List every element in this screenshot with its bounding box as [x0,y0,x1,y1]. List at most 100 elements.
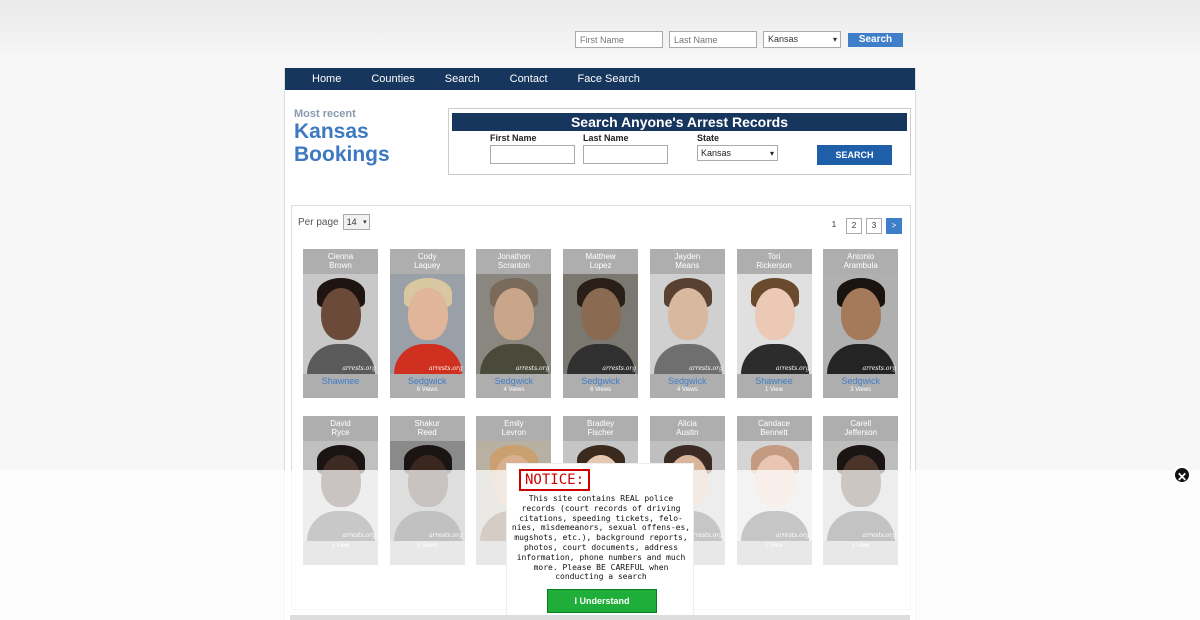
booking-card[interactable]: Jayden Means arrests.org Sedgwick 4 Views [649,249,725,398]
watermark: arrests.org [775,365,810,372]
mugshot-face [841,288,882,340]
first-name-field: First Name [490,133,575,164]
booking-first-name: Jonathon [497,252,531,261]
booking-name: Candace Bennett [737,416,812,441]
search-box-title: Search Anyone's Arrest Records [452,113,907,131]
page-2[interactable]: 2 [846,218,862,234]
mugshot-face [494,288,535,340]
nav-counties[interactable]: Counties [371,73,414,85]
watermark: arrests.org [862,365,897,372]
booking-name: Shakur Reed [390,416,465,441]
top-state-select[interactable]: Kansas ▾ [763,31,841,48]
recent-bookings: Bookings [294,143,390,166]
county-link[interactable]: Sedgwick [823,376,898,386]
notice-title: NOTICE: [519,469,591,491]
watermark: arrests.org [602,365,637,372]
next-page-button[interactable]: > [886,218,902,234]
county-link[interactable]: Shawnee [737,376,812,386]
mugshot-photo[interactable]: arrests.org [649,274,725,374]
booking-last-name: Fischer [587,428,614,437]
first-name-input[interactable] [490,145,575,164]
bottom-strip [290,615,910,620]
county-link[interactable]: Shawnee [303,376,378,386]
last-name-input[interactable] [583,145,668,164]
booking-last-name: Bennett [760,428,788,437]
arrest-search-box: Search Anyone's Arrest Records First Nam… [448,108,911,175]
county-link[interactable]: Sedgwick [650,376,725,386]
state-label: State [697,133,720,143]
nav-search[interactable]: Search [445,73,480,85]
top-first-name-input[interactable] [575,31,663,48]
booking-last-name: Austin [676,428,699,437]
mugshot-photo[interactable]: arrests.org [303,274,378,374]
top-search-button[interactable]: Search [848,32,903,47]
view-count: 4 Views [503,387,525,393]
booking-first-name: Jayden [674,252,701,261]
per-page-select[interactable]: 14 ▾ [342,214,370,230]
booking-name: Emily Levron [476,416,551,441]
mugshot-face [407,288,448,340]
booking-last-name: Jefferson [844,428,878,437]
county-link[interactable]: Sedgwick [476,376,551,386]
main-nav: Home Counties Search Contact Face Search [285,68,915,90]
mugshot-photo[interactable]: arrests.org [736,274,812,374]
mugshot-photo[interactable]: arrests.org [563,274,639,374]
booking-first-name: Bradley [587,419,615,428]
nav-home[interactable]: Home [312,73,341,85]
i-understand-button[interactable]: I Understand [547,589,657,613]
booking-last-name: Reed [417,428,437,437]
view-count: 4 Views [676,387,698,393]
booking-first-name: Cienna [327,252,354,261]
mugshot-photo[interactable]: arrests.org [389,274,465,374]
view-count: 1 View [765,387,783,393]
booking-last-name: Means [675,261,700,270]
state-select[interactable]: Kansas ▾ [697,145,778,161]
view-count: 6 Views [590,387,612,393]
nav-contact[interactable]: Contact [510,73,548,85]
booking-first-name: Matthew [585,252,616,261]
booking-name: Antonio Arambula [823,249,898,274]
search-button[interactable]: SEARCH [817,145,892,165]
recent-bookings-heading: Most recent Kansas Bookings [294,108,390,166]
booking-card[interactable]: Tori Rickerson arrests.org Shawnee 1 View [736,249,812,398]
booking-first-name: Emily [504,419,524,428]
view-count: 6 Views [416,387,438,393]
mugshot-photo[interactable]: arrests.org [823,274,899,374]
recent-label: Most recent [294,108,356,120]
watermark: arrests.org [515,365,550,372]
page-3[interactable]: 3 [866,218,882,234]
booking-card[interactable]: Antonio Arambula arrests.org Sedgwick 3 View… [823,249,899,398]
mugshot-face [754,288,795,340]
booking-card[interactable]: Matthew Lopez arrests.org Sedgwick 6 Views [563,249,639,398]
booking-name: Carell Jefferson [823,416,898,441]
watermark: arrests.org [429,365,463,372]
county-link[interactable]: Sedgwick [563,376,638,386]
notice-popup: NOTICE: This site contains REAL police r… [506,463,694,620]
booking-last-name: Brown [329,261,352,270]
top-last-name-input[interactable] [669,31,757,48]
booking-name: Cienna Brown [303,249,378,274]
booking-first-name: Tori [767,252,781,261]
booking-name: Tori Rickerson [737,249,812,274]
booking-card[interactable]: Jonathon Scranton arrests.org Sedgwick 4 Vie… [476,249,552,398]
state-field: State Kansas ▾ [697,133,778,161]
booking-first-name: Carell [850,419,872,428]
first-name-label: First Name [490,133,537,143]
watermark: arrests.org [689,365,723,372]
view-count: 3 Views [850,387,872,393]
booking-last-name: Arambula [843,261,878,270]
booking-first-name: Alicia [677,419,697,428]
booking-first-name: Shakur [414,419,440,428]
mugshot-face [581,288,622,340]
mugshot-face [321,288,361,340]
booking-card[interactable]: Cienna Brown arrests.org Shawnee [303,249,378,398]
booking-name: David Ryce [303,416,378,441]
mugshot-photo[interactable]: arrests.org [476,274,552,374]
nav-face-search[interactable]: Face Search [578,73,640,85]
booking-last-name: Laquey [414,261,441,270]
booking-name: Cody Laquey [390,249,465,274]
close-x-icon[interactable]: ✕ [1173,466,1191,484]
booking-card[interactable]: Cody Laquey arrests.org Sedgwick 6 Views [389,249,465,398]
page-1[interactable]: 1 [826,218,842,234]
county-link[interactable]: Sedgwick [390,376,465,386]
